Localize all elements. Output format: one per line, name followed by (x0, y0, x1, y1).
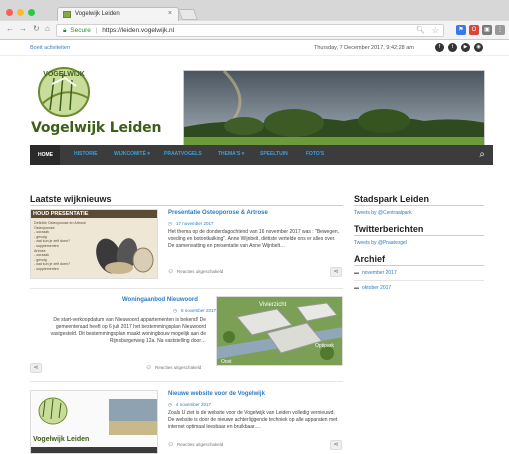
nav-item-home[interactable]: HOME (30, 145, 60, 165)
post-date: 17 november 2017 (176, 221, 214, 226)
nav-item-historie[interactable]: HISTORIE (74, 151, 98, 157)
url-text: https://leiden.vogelwijk.nl (102, 27, 175, 34)
comment-icon: 💬︎ (146, 365, 152, 370)
web-page: Boeit activiteiten Thursday, 7 December … (0, 40, 509, 454)
post-title-link[interactable]: Presentatie Osteoporose & Artrose (168, 210, 268, 216)
browser-tab[interactable]: Vogelwijk Leiden × (57, 7, 179, 21)
tab-close-icon[interactable]: × (168, 10, 172, 17)
folder-icon: ▬ (354, 285, 359, 291)
bookmark-star-icon[interactable]: ☆ (432, 26, 439, 35)
nav-item-themas[interactable]: THEMA'S ▾ (218, 151, 244, 157)
thumb-line: - supplementen (34, 266, 59, 271)
new-tab-button[interactable] (177, 9, 199, 20)
post-title-link[interactable]: Woningaanbod Nieuwoord (122, 297, 198, 303)
datetime-text: Thursday, 7 December 2017, 9:42:28 am (314, 45, 414, 51)
post-divider (30, 288, 343, 289)
post-divider (30, 381, 343, 382)
logo-text: VOGELWIJK (43, 71, 85, 78)
post-date: 4 november 2017 (176, 402, 212, 407)
comments-disabled-text: Reacties uitgeschakeld (177, 269, 224, 274)
menu-icon[interactable]: ⋮ (495, 25, 505, 35)
forward-arrow-icon[interactable]: → (19, 24, 27, 33)
post-thumbnail-woningaanbod[interactable]: Vivierzicht Oost Optipark (216, 296, 343, 366)
latest-news-heading: Laatste wijknieuws (30, 194, 112, 204)
clock-icon: ◷ (168, 221, 172, 226)
thumb-title: Vogelwijk Leiden (33, 436, 89, 443)
folder-icon: ▬ (354, 270, 359, 276)
secure-label: Secure (70, 27, 91, 34)
sidebar-heading-stadspark: Stadspark Leiden (354, 194, 430, 204)
shells-image (96, 238, 154, 274)
heading-underline (30, 205, 343, 206)
thumb-title: HOUD PRESENTATIE (31, 210, 157, 218)
website-preview-image: Vogelwijk Leiden (31, 391, 157, 453)
activities-link[interactable]: Boeit activiteiten (30, 45, 70, 51)
twitter-icon[interactable]: t (448, 43, 457, 52)
render-label: Optipark (315, 343, 334, 349)
nav-item-wijkcomite[interactable]: WIJKCOMITÉ ▾ (114, 151, 150, 157)
heading-underline (354, 235, 484, 236)
nav-item-praatvogels[interactable]: PRAATVOGELS (164, 151, 202, 157)
youtube-icon[interactable]: ▶ (461, 43, 470, 52)
tab-title: Vogelwijk Leiden (75, 11, 120, 17)
comments-disabled-text: Reacties uitgeschakeld (177, 442, 224, 447)
reload-icon[interactable]: ↻ (33, 24, 40, 33)
share-icon[interactable]: ⋖ (330, 267, 342, 277)
post-date: 8 november 2017 (181, 308, 217, 313)
archive-divider (354, 280, 484, 281)
post-thumbnail-website[interactable]: Vogelwijk Leiden (30, 390, 158, 454)
maximize-window-icon[interactable] (28, 9, 35, 16)
post-excerpt: Zoals U ziet is de website voor de Vogel… (168, 410, 338, 430)
lock-icon: 🔒︎ (63, 27, 67, 34)
comment-icon: 💬︎ (168, 269, 174, 274)
post-excerpt: Het thema op de donderdagochtend van 16 … (168, 229, 340, 249)
thumb-outline: Definitie Osteoporose en Artrose Osteopo… (34, 221, 94, 272)
post-title-link[interactable]: Nieuwe website voor de Vogelwijk (168, 391, 265, 397)
extension-icon-3[interactable]: ▣ (482, 25, 492, 35)
post-thumbnail-osteoporose[interactable]: HOUD PRESENTATIE Definitie Osteoporose e… (30, 209, 158, 279)
facebook-icon[interactable]: f (435, 43, 444, 52)
render-label: Vivierzicht (259, 302, 287, 308)
post-excerpt: De start-verkoopdatum van Nieuwoord appa… (50, 317, 206, 344)
browser-chrome: Vogelwijk Leiden × ← → ↻ ⌂ 🔒︎ Secure | h… (0, 0, 509, 40)
site-title[interactable]: Vogelwijk Leiden (31, 120, 161, 136)
address-bar[interactable]: 🔒︎ Secure | https://leiden.vogelwijk.nl … (56, 24, 444, 37)
aerial-render-image: Vivierzicht Oost Optipark (217, 297, 342, 365)
home-icon[interactable]: ⌂ (45, 24, 50, 33)
top-info-bar: Boeit activiteiten Thursday, 7 December … (0, 40, 509, 56)
nav-item-speeltuin[interactable]: SPEELTUIN (260, 151, 288, 157)
tweets-praatvogel-link[interactable]: Tweets by @Praatvogel (354, 240, 407, 246)
close-window-icon[interactable] (6, 9, 13, 16)
extension-icon-1[interactable]: ⚑ (456, 25, 466, 35)
zoom-icon[interactable]: 🔍︎ (416, 26, 425, 34)
heading-underline (354, 205, 484, 206)
heading-underline (354, 265, 484, 266)
clock-icon: ◷ (173, 308, 177, 313)
comment-icon: 💬︎ (168, 442, 174, 447)
browser-toolbar: ← → ↻ ⌂ 🔒︎ Secure | https://leiden.vogel… (0, 21, 509, 40)
sidebar-heading-twitter: Twitterberichten (354, 224, 424, 234)
archive-link-oktober[interactable]: oktober 2017 (362, 285, 391, 291)
render-label: Oost (221, 359, 232, 365)
logo-emblem-icon: VOGELWIJK (38, 67, 90, 117)
comments-disabled-text: Reacties uitgeschakeld (155, 365, 202, 370)
title-bar: Vogelwijk Leiden × (0, 0, 509, 21)
favicon-icon (63, 11, 71, 18)
nav-item-fotos[interactable]: FOTO'S (306, 151, 324, 157)
rss-icon[interactable]: ◉ (474, 43, 483, 52)
main-navigation: HOME HISTORIE WIJKCOMITÉ ▾ PRAATVOGELS T… (30, 145, 493, 165)
search-icon[interactable]: ⌕ (479, 149, 485, 160)
thumb-line: Definitie Osteoporose en Artrose (34, 221, 86, 225)
url-separator: | (95, 27, 98, 34)
tweets-centraalpark-link[interactable]: Tweets by @Centraalpark (354, 210, 412, 216)
minimize-window-icon[interactable] (17, 9, 24, 16)
sidebar-heading-archief: Archief (354, 254, 386, 264)
share-icon[interactable]: ⋖ (30, 363, 42, 373)
archive-link-november[interactable]: november 2017 (362, 270, 397, 276)
extension-icon-2[interactable]: O (469, 25, 479, 35)
back-arrow-icon[interactable]: ← (6, 24, 14, 33)
clock-icon: ◷ (168, 402, 172, 407)
share-icon[interactable]: ⋖ (330, 440, 342, 450)
